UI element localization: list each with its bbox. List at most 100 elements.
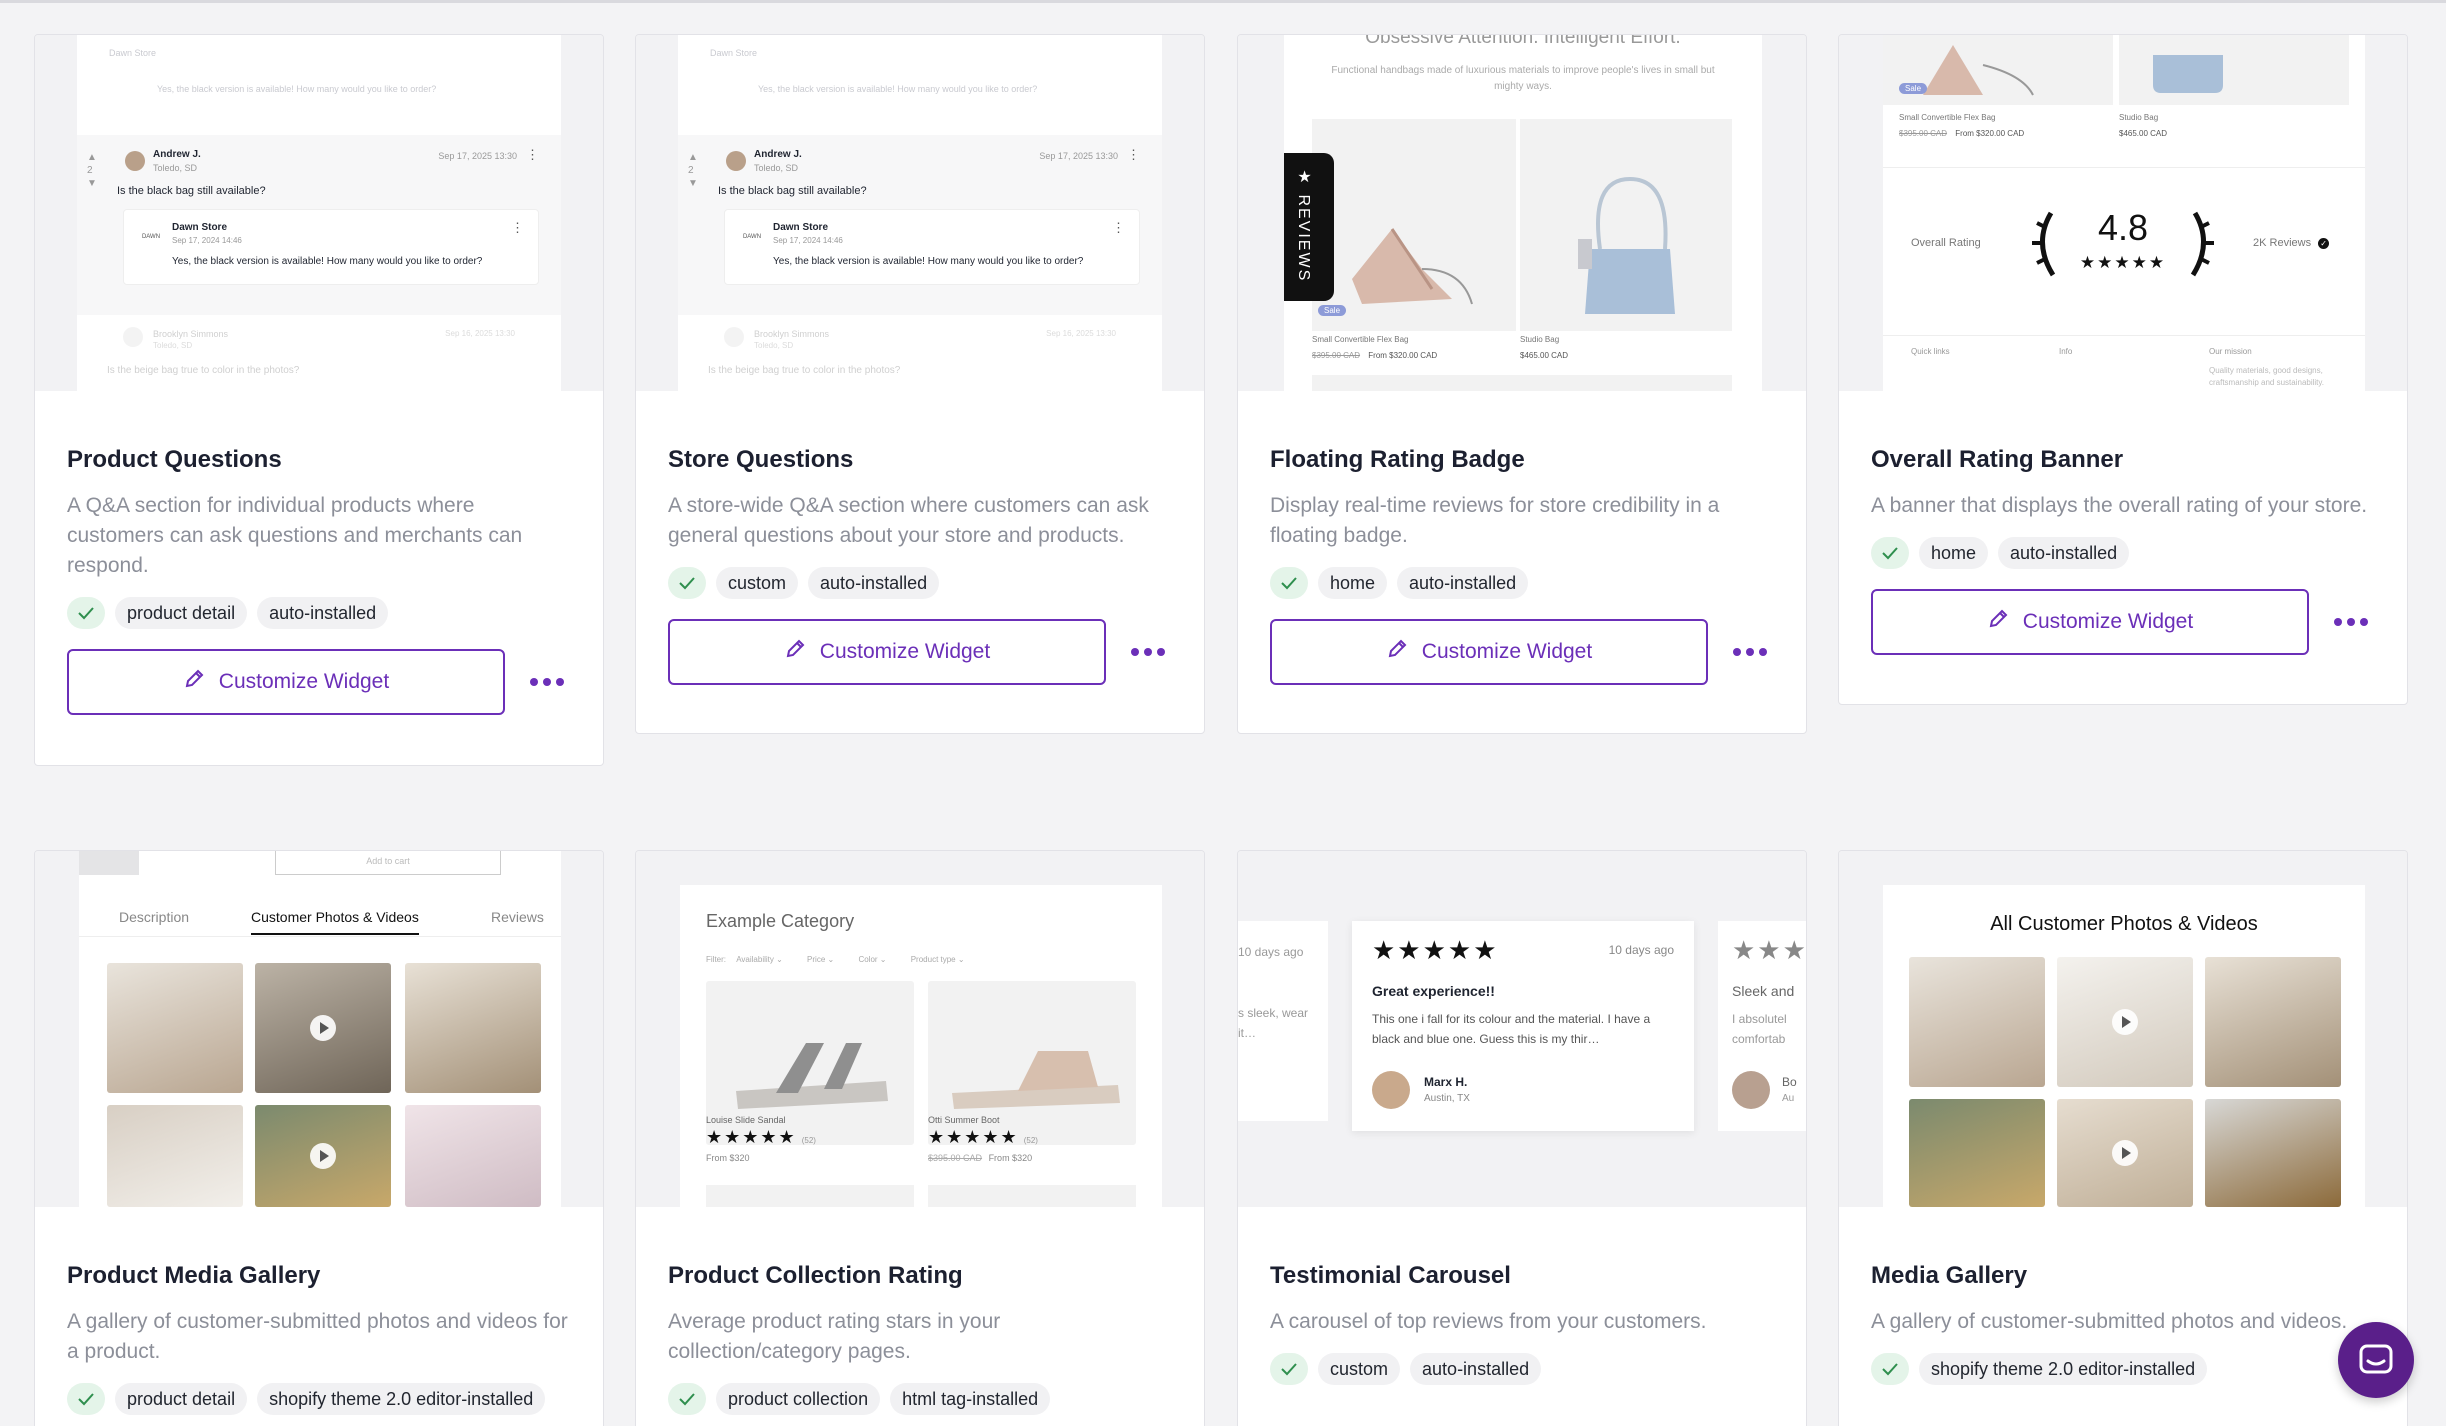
widget-card-overall-rating-banner: Sale Small Convertible Flex Bag $395.00 …	[1838, 34, 2408, 705]
widget-card-media-gallery: All Customer Photos & Videos Media Galle…	[1838, 850, 2408, 1426]
next-date: Sep 16, 2025 13:30	[445, 329, 515, 338]
tag: home	[1318, 567, 1388, 599]
gallery-video[interactable]	[2057, 1099, 2193, 1207]
kebab-icon[interactable]: ⋮	[526, 147, 539, 163]
category-heading: Example Category	[706, 911, 855, 931]
store-logo: DAWN	[141, 234, 161, 240]
tab-customer-photos[interactable]: Customer Photos & Videos	[251, 909, 419, 935]
card-title: Testimonial Carousel	[1270, 1262, 1511, 1289]
filter-label: Filter:	[706, 955, 726, 964]
gallery-video[interactable]	[2057, 957, 2193, 1087]
customize-widget-button[interactable]: Customize Widget	[67, 649, 505, 715]
tag: custom	[716, 567, 799, 599]
card-title: Product Collection Rating	[668, 1262, 963, 1289]
preview-subheading: Functional handbags made of luxurious ma…	[1331, 65, 1715, 92]
footer-col: Info	[2059, 347, 2073, 356]
kebab-icon[interactable]: ⋮	[1112, 220, 1125, 236]
gallery-video[interactable]	[255, 963, 391, 1093]
gallery-photo[interactable]	[107, 1105, 243, 1207]
product-1-old-price: $395.00 CAD	[1312, 351, 1361, 360]
play-icon	[310, 1015, 336, 1041]
answer-date: Sep 17, 2024 14:46	[773, 236, 843, 245]
kebab-icon[interactable]: ⋮	[1127, 147, 1140, 163]
tag: auto-installed	[1410, 1353, 1542, 1385]
vote-control[interactable]: ▲ 2 ▼	[688, 151, 698, 190]
product-1-name: Small Convertible Flex Bag	[1312, 335, 1409, 344]
add-to-cart-button[interactable]: Add to cart	[275, 851, 501, 875]
check-icon	[1871, 1353, 1909, 1385]
testimonial-card[interactable]: ★★★★★ 10 days ago Great experience!! Thi…	[1352, 921, 1694, 1131]
vote-control[interactable]: ▲ 2 ▼	[87, 151, 97, 190]
widget-card-product-questions: Dawn Store Yes, the black version is ava…	[34, 34, 604, 766]
customize-widget-button[interactable]: Customize Widget	[1871, 589, 2309, 655]
more-options-button[interactable]	[2331, 602, 2371, 642]
tag-list: home auto-installed	[1270, 567, 1774, 599]
product-2-price: $465.00 CAD	[1520, 351, 1569, 360]
chat-launcher-button[interactable]	[2338, 1322, 2414, 1398]
gallery-photo[interactable]	[1909, 957, 2045, 1087]
question-date: Sep 17, 2025 13:30	[438, 151, 517, 161]
avatar	[1732, 1071, 1770, 1109]
review-text: This one i fall for its colour and the m…	[1372, 1012, 1651, 1046]
bag-image	[1578, 176, 1675, 314]
card-description: A carousel of top reviews from your cust…	[1270, 1310, 1707, 1333]
filter-product-type[interactable]: Product type ⌄	[911, 955, 965, 964]
customize-widget-button[interactable]: Customize Widget	[668, 619, 1106, 685]
bag-image	[1352, 228, 1473, 305]
question-date: Sep 17, 2025 13:30	[1039, 151, 1118, 161]
check-icon	[67, 1383, 105, 1415]
filter-color[interactable]: Color ⌄	[858, 955, 886, 964]
more-options-button[interactable]	[1730, 632, 1770, 672]
filter-availability[interactable]: Availability ⌄	[736, 955, 783, 964]
gallery-photo[interactable]	[2205, 957, 2341, 1087]
review-date: 10 days ago	[1608, 943, 1674, 957]
testimonial-card-prev[interactable]: 10 days ago s sleek, wear it…	[1238, 921, 1328, 1121]
preview-tabs: Description Customer Photos & Videos Rev…	[79, 901, 561, 937]
more-options-button[interactable]	[1128, 632, 1168, 672]
sale-badge: Sale	[1899, 83, 1928, 94]
pencil-icon	[1987, 608, 2009, 636]
tag-list: custom auto-installed	[668, 567, 1172, 599]
answer-text: Yes, the black version is available! How…	[172, 256, 483, 267]
product-2-price: $465.00 CAD	[2119, 129, 2168, 138]
review-stars: ★★★★★	[1372, 935, 1499, 965]
tag-list: custom auto-installed	[1270, 1353, 1774, 1385]
top-divider	[0, 0, 2446, 3]
tab-reviews[interactable]: Reviews	[491, 909, 544, 925]
gallery-photo[interactable]	[405, 1105, 541, 1207]
gallery-photo[interactable]	[107, 963, 243, 1093]
widget-card-store-questions: Dawn Store Yes, the black version is ava…	[635, 34, 1205, 734]
tag-list: product collection html tag-installed	[668, 1383, 1172, 1415]
gallery-photo[interactable]	[405, 963, 541, 1093]
product-2-price: From $320	[988, 1153, 1033, 1163]
bag-image	[1923, 45, 2034, 96]
question-text: Is the black bag still available?	[718, 185, 867, 197]
tag-list: home auto-installed	[1871, 537, 2375, 569]
floating-reviews-badge[interactable]: ★ REVIEWS	[1284, 153, 1334, 301]
preview-top-text: Yes, the black version is available! How…	[758, 84, 1038, 94]
testimonial-card-next[interactable]: ★★★ Sleek and I absolutel comfortab Bo A…	[1718, 921, 1806, 1131]
more-options-button[interactable]	[527, 662, 567, 702]
tab-description[interactable]: Description	[119, 909, 189, 925]
gallery-video[interactable]	[255, 1105, 391, 1207]
card-description: A Q&A section for individual products wh…	[67, 494, 523, 577]
gallery-photo[interactable]	[2205, 1099, 2341, 1207]
gallery-photo[interactable]	[1909, 1099, 2045, 1207]
rating-laurel: 4.8 ★★★★★	[2023, 203, 2223, 283]
product-2-old-price: $395.00 CAD	[928, 1153, 983, 1163]
widget-preview: All Customer Photos & Videos	[1839, 851, 2407, 1207]
filter-price[interactable]: Price ⌄	[807, 955, 834, 964]
check-icon	[1270, 1353, 1308, 1385]
widget-preview: Example Category Filter: Availability ⌄ …	[636, 851, 1204, 1207]
widget-card-testimonial-carousel: 10 days ago s sleek, wear it… ★★★★★ 10 d…	[1237, 850, 1807, 1426]
check-icon	[1871, 537, 1909, 569]
bag-image	[2153, 55, 2223, 93]
product-1-price: From $320.00 CAD	[1368, 351, 1438, 360]
customize-widget-button[interactable]: Customize Widget	[1270, 619, 1708, 685]
tag-list: shopify theme 2.0 editor-installed	[1871, 1353, 2375, 1385]
product-2-name: Otti Summer Boot	[928, 1115, 1000, 1125]
footer-text: Quality materials, good designs, craftsm…	[2209, 366, 2325, 387]
kebab-icon[interactable]: ⋮	[511, 220, 524, 236]
tag: auto-installed	[257, 597, 389, 629]
question-location: Toledo, SD	[754, 163, 799, 173]
